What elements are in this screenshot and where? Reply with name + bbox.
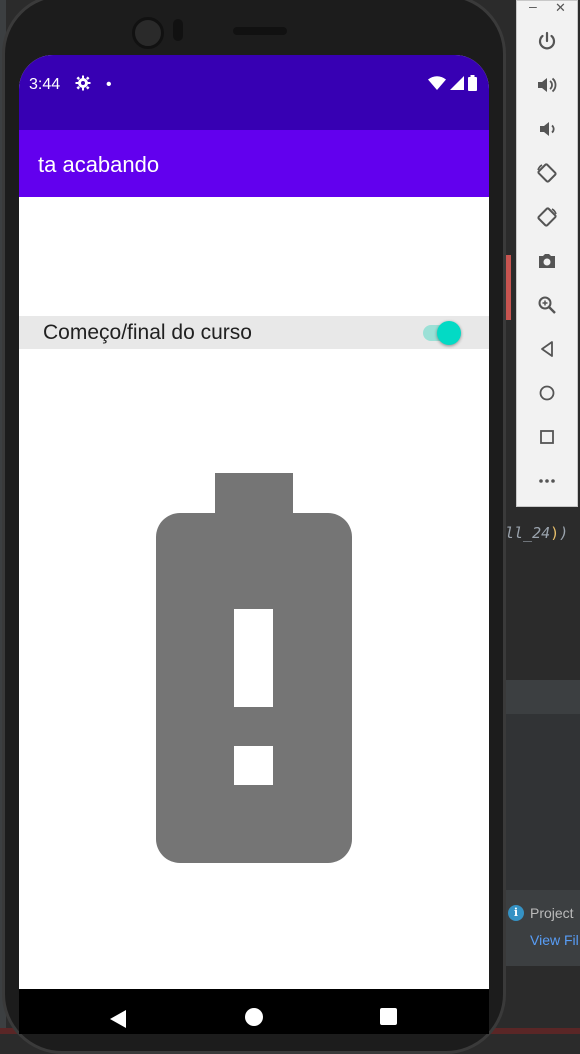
minimize-icon[interactable]: – [529, 0, 537, 14]
close-icon[interactable]: ✕ [555, 0, 566, 16]
notification-dot-icon: • [106, 76, 112, 93]
nav-home-icon[interactable] [245, 1008, 263, 1026]
status-time: 3:44 [29, 76, 61, 93]
ide-code-tail: ) [559, 524, 569, 542]
more-icon[interactable] [536, 470, 558, 492]
battery-alert-icon [156, 473, 352, 865]
status-bar: 3:44 • [19, 55, 489, 130]
ide-tool-window [505, 714, 580, 890]
ide-code-paren: ) [550, 524, 560, 542]
ide-notification [505, 890, 580, 966]
status-icons [428, 74, 477, 96]
wifi-icon [428, 75, 446, 95]
volume-up-icon[interactable] [536, 74, 558, 96]
camera-icon[interactable] [536, 250, 558, 272]
ide-code-area[interactable] [505, 520, 580, 680]
nav-recents-icon[interactable] [380, 1008, 397, 1025]
battery-icon [468, 74, 477, 96]
proximity-sensor [173, 19, 183, 41]
signal-icon [450, 75, 464, 95]
home-icon[interactable] [536, 382, 558, 404]
ide-notification-link[interactable]: View Fil [530, 932, 579, 948]
nav-back-icon[interactable] [109, 1009, 127, 1034]
rotate-right-icon[interactable] [536, 206, 558, 228]
ide-notification-title: Project [530, 905, 574, 921]
ide-tool-window-header [505, 680, 580, 714]
app-title: ta acabando [38, 152, 160, 177]
rotate-left-icon[interactable] [536, 162, 558, 184]
earpiece-speaker [233, 27, 287, 35]
zoom-icon[interactable] [536, 294, 558, 316]
overview-icon[interactable] [536, 426, 558, 448]
front-camera [132, 17, 164, 49]
info-icon: i [508, 905, 524, 921]
gear-icon [75, 73, 91, 96]
ide-code-fragment: ll_24 [505, 524, 551, 542]
switch-label: Começo/final do curso [43, 321, 252, 344]
device-screen: 3:44 • ta acabando Começo/final do curso [19, 55, 489, 1034]
ide-code-line: ll_24)) [505, 524, 568, 542]
power-icon[interactable] [536, 30, 558, 52]
switch-thumb[interactable] [437, 321, 461, 345]
back-icon[interactable] [536, 338, 558, 360]
volume-down-icon[interactable] [536, 118, 558, 140]
